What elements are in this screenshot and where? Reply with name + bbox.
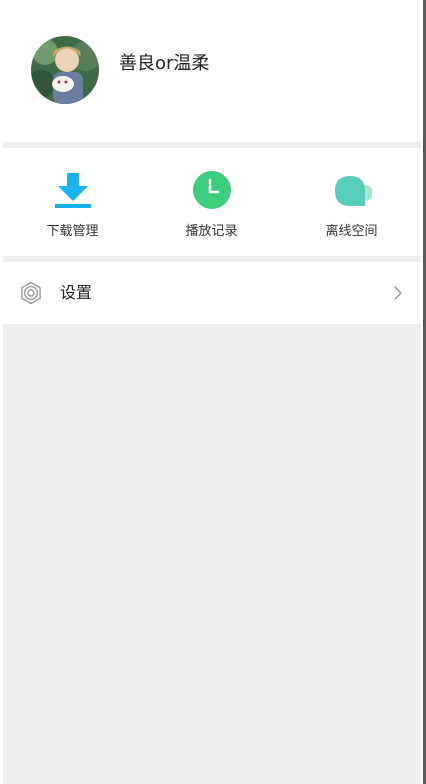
username[interactable]: 善良or温柔 xyxy=(119,51,209,77)
cloud-icon xyxy=(334,176,372,206)
empty-area xyxy=(3,324,421,784)
download-manager-button[interactable]: 下载管理 xyxy=(3,148,142,256)
avatar[interactable] xyxy=(31,36,99,104)
download-manager-label: 下载管理 xyxy=(46,224,99,239)
offline-space-label: 离线空间 xyxy=(325,224,378,239)
gear-icon xyxy=(21,281,41,305)
play-history-label: 播放记录 xyxy=(185,224,238,239)
offline-space-button[interactable]: 离线空间 xyxy=(282,148,421,256)
settings-row[interactable]: 设置 xyxy=(3,262,421,324)
chevron-right-icon xyxy=(394,286,402,300)
me-screen: 善良or温柔 下载管理 播放记录 离线空间 设置 xyxy=(0,0,426,784)
download-icon xyxy=(54,173,91,208)
clock-icon xyxy=(192,171,231,209)
play-history-button[interactable]: 播放记录 xyxy=(142,148,281,256)
settings-label: 设置 xyxy=(60,283,93,302)
quick-actions: 下载管理 播放记录 离线空间 xyxy=(3,148,421,256)
profile-header: 善良or温柔 xyxy=(3,0,421,142)
